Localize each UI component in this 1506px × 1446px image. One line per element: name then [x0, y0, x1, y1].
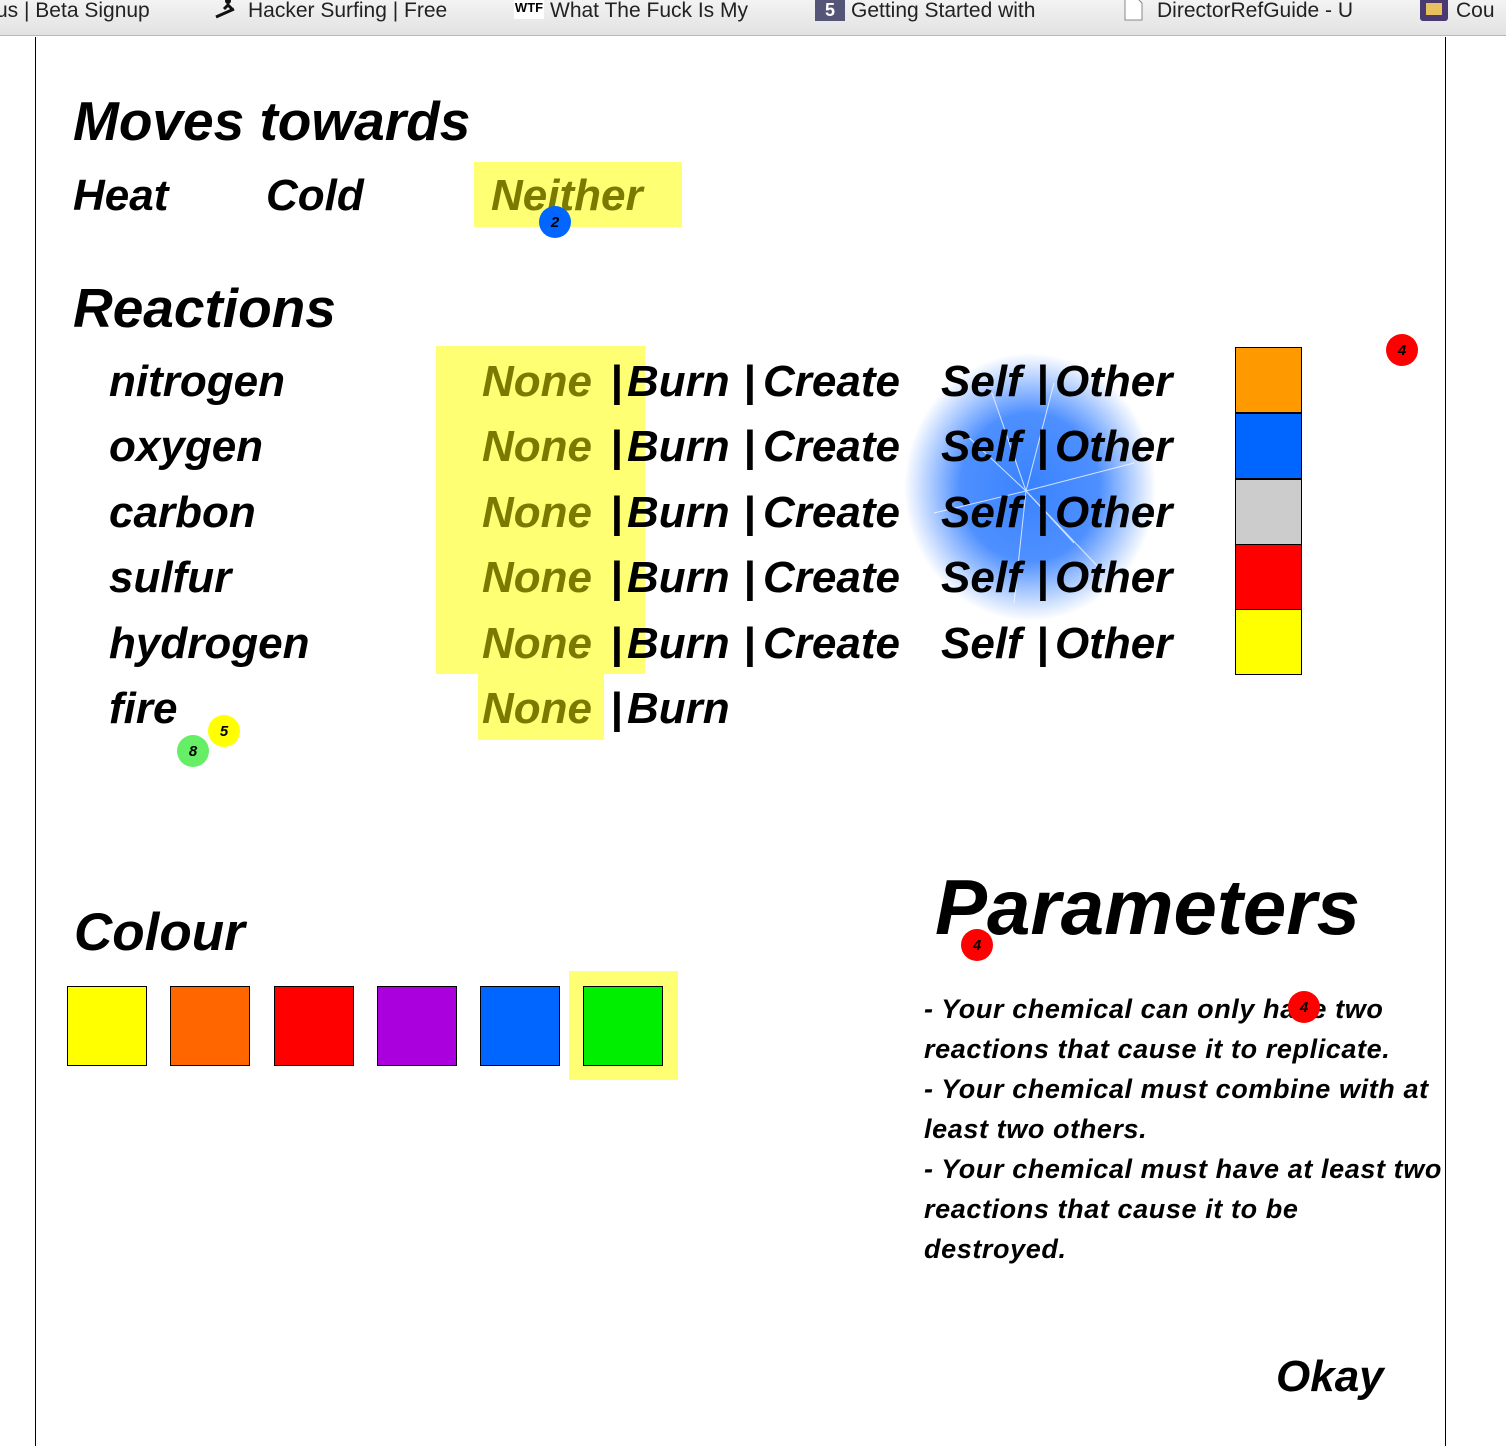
separator: |: [743, 357, 756, 406]
separator: |: [610, 357, 623, 406]
app-icon: [1420, 0, 1448, 21]
element-label: sulfur: [109, 553, 232, 602]
moves-option-heat[interactable]: Heat: [73, 171, 168, 221]
element-label: oxygen: [109, 422, 264, 471]
separator: |: [610, 488, 623, 537]
reaction-none[interactable]: None: [482, 619, 592, 669]
reaction-self[interactable]: Self: [941, 357, 1022, 407]
bookmark-label: Cou: [1456, 0, 1495, 22]
color-chip-nitrogen: [1235, 347, 1302, 413]
reaction-other[interactable]: Other: [1055, 422, 1172, 472]
reaction-burn[interactable]: Burn: [627, 488, 730, 538]
color-chip-oxygen: [1235, 413, 1302, 479]
reaction-self[interactable]: Self: [941, 422, 1022, 472]
bookmark-beta-signup[interactable]: us | Beta Signup: [0, 0, 150, 22]
rule-item: - Your chemical must combine with at lea…: [924, 1074, 1429, 1144]
particle-dot: 4: [1386, 334, 1418, 366]
colour-swatch-blue[interactable]: [480, 986, 560, 1066]
separator: |: [1036, 488, 1049, 537]
colour-swatch-purple[interactable]: [377, 986, 457, 1066]
reaction-burn[interactable]: Burn: [627, 619, 730, 669]
reactions-heading: Reactions: [73, 277, 336, 339]
bookmarks-bar: us | Beta Signup Hacker Surfing | Free W…: [0, 0, 1506, 36]
separator: |: [1036, 619, 1049, 668]
reaction-create[interactable]: Create: [763, 488, 900, 538]
bookmark-director-ref[interactable]: DirectorRefGuide - U: [1121, 0, 1353, 22]
element-label: hydrogen: [109, 619, 310, 668]
separator: |: [1036, 553, 1049, 602]
particle-dot: 5: [208, 715, 240, 747]
moves-towards-heading: Moves towards: [73, 90, 471, 152]
separator: |: [743, 553, 756, 602]
separator: |: [610, 619, 623, 668]
separator: |: [743, 488, 756, 537]
colour-swatch-green[interactable]: [583, 986, 663, 1066]
particle-dot: 2: [539, 206, 571, 238]
colour-swatch-red[interactable]: [274, 986, 354, 1066]
parameters-heading: Parameters: [935, 863, 1360, 951]
game-canvas: Moves towards Heat Cold Neither Reaction…: [35, 37, 1446, 1446]
reaction-create[interactable]: Create: [763, 422, 900, 472]
page-icon: [1121, 0, 1147, 21]
separator: |: [610, 422, 623, 471]
bookmark-label: What The Fuck Is My: [550, 0, 748, 22]
element-label: fire: [109, 684, 178, 733]
rule-item: - Your chemical must have at least two r…: [924, 1154, 1442, 1264]
colour-heading: Colour: [74, 903, 245, 962]
color-chip-hydrogen: [1235, 609, 1302, 675]
separator: |: [610, 553, 623, 602]
rule-item: - Your chemical can only have two reacti…: [924, 994, 1391, 1064]
surfer-icon: [212, 0, 238, 21]
element-label: nitrogen: [109, 357, 285, 406]
wtf-icon: WTF: [514, 0, 544, 21]
reaction-create[interactable]: Create: [763, 619, 900, 669]
reaction-create[interactable]: Create: [763, 553, 900, 603]
reaction-burn[interactable]: Burn: [627, 357, 730, 407]
reaction-other[interactable]: Other: [1055, 488, 1172, 538]
separator: |: [743, 422, 756, 471]
reaction-self[interactable]: Self: [941, 553, 1022, 603]
color-chip-carbon: [1235, 479, 1302, 545]
bookmark-getting-started[interactable]: 5 Getting Started with: [815, 0, 1035, 22]
bookmark-cou[interactable]: Cou: [1420, 0, 1495, 22]
reaction-other[interactable]: Other: [1055, 357, 1172, 407]
colour-swatch-orange[interactable]: [170, 986, 250, 1066]
reaction-none[interactable]: None: [482, 684, 592, 734]
html5-icon: 5: [815, 0, 845, 21]
reaction-none[interactable]: None: [482, 553, 592, 603]
reaction-burn[interactable]: Burn: [627, 684, 730, 734]
bookmark-label: Getting Started with: [851, 0, 1036, 22]
reaction-none[interactable]: None: [482, 422, 592, 472]
separator: |: [743, 619, 756, 668]
reaction-burn[interactable]: Burn: [627, 422, 730, 472]
particle-dot: 4: [1288, 991, 1320, 1023]
okay-button[interactable]: Okay: [1276, 1352, 1384, 1402]
moves-option-cold[interactable]: Cold: [266, 171, 364, 221]
colour-swatch-yellow[interactable]: [67, 986, 147, 1066]
bookmark-hacker-surfing[interactable]: Hacker Surfing | Free: [212, 0, 447, 22]
reaction-none[interactable]: None: [482, 488, 592, 538]
reaction-self[interactable]: Self: [941, 619, 1022, 669]
reaction-other[interactable]: Other: [1055, 619, 1172, 669]
parameters-rules: - Your chemical can only have two reacti…: [924, 989, 1444, 1269]
color-chip-sulfur: [1235, 544, 1302, 610]
particle-dot: 8: [177, 735, 209, 767]
reaction-create[interactable]: Create: [763, 357, 900, 407]
bookmark-wtf[interactable]: WTF What The Fuck Is My: [514, 0, 748, 22]
reaction-self[interactable]: Self: [941, 488, 1022, 538]
reaction-burn[interactable]: Burn: [627, 553, 730, 603]
particle-dot: 4: [961, 929, 993, 961]
element-label: carbon: [109, 488, 256, 537]
svg-text:5: 5: [825, 0, 835, 20]
separator: |: [1036, 422, 1049, 471]
svg-text:WTF: WTF: [515, 0, 543, 15]
separator: |: [610, 684, 623, 733]
bookmark-label: DirectorRefGuide - U: [1157, 0, 1354, 22]
reaction-none[interactable]: None: [482, 357, 592, 407]
bookmark-label: Hacker Surfing | Free: [248, 0, 448, 22]
separator: |: [1036, 357, 1049, 406]
reaction-other[interactable]: Other: [1055, 553, 1172, 603]
bookmark-label: us | Beta Signup: [0, 0, 150, 22]
